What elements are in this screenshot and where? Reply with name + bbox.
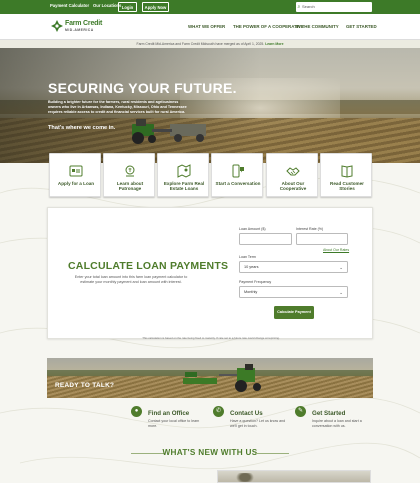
patronage-icon	[125, 165, 135, 177]
calculator-title: CALCULATE LOAN PAYMENTS	[68, 260, 229, 272]
find-office-title[interactable]: Find an Office	[148, 410, 189, 417]
news-card[interactable]	[217, 470, 371, 483]
news-rule-right	[255, 453, 289, 454]
tile-label: Explore Farm Real Estate Loans	[163, 181, 205, 192]
tile-label: About Our Cooperative	[279, 181, 307, 192]
tile-about-cooperative[interactable]: About Our Cooperative	[266, 153, 318, 197]
tile-label: Learn about Patronage	[116, 181, 144, 192]
payment-frequency-value: Monthly	[244, 290, 258, 294]
farm-credit-logo-icon[interactable]	[50, 19, 64, 33]
payment-calculator-link[interactable]: Payment Calculator	[50, 3, 89, 8]
interest-rate-label: Interest Rate (%)	[296, 227, 324, 231]
tile-explore-real-estate-loans[interactable]: Explore Farm Real Estate Loans	[157, 153, 209, 197]
nav-what-we-offer[interactable]: WHAT WE OFFER	[188, 24, 225, 29]
tile-label: Apply for a Loan	[57, 181, 95, 186]
tile-label: Read Customer Stories	[330, 181, 364, 192]
chevron-down-icon: ⌄	[339, 290, 343, 295]
hero-tagline: That's where we come in.	[48, 125, 116, 131]
site-header: Farm Credit MID-AMERICA WHAT WE OFFER TH…	[0, 14, 420, 40]
calculate-payment-button[interactable]: Calculate Payment	[274, 306, 314, 319]
tractor-image	[132, 119, 206, 144]
notice-text: Farm Credit Mid-America and Farm Credit …	[136, 42, 266, 46]
contact-us-desc: Have a question? Let us know and we'll g…	[230, 419, 286, 428]
apply-icon	[69, 165, 83, 177]
tile-apply-for-loan[interactable]: Apply for a Loan	[49, 153, 101, 197]
get-started-title[interactable]: Get Started	[312, 410, 345, 417]
utility-bar: Payment Calculator Our Locations Login A…	[0, 0, 420, 14]
payment-frequency-label: Payment Frequency	[239, 280, 272, 284]
phone-icon[interactable]: ✆	[213, 406, 224, 417]
search-icon: ⌕	[297, 4, 301, 10]
ready-to-talk-title: READY TO TALK?	[55, 382, 115, 389]
login-button[interactable]: Login	[118, 2, 137, 12]
tile-read-customer-stories[interactable]: Read Customer Stories	[320, 153, 372, 197]
apply-now-button[interactable]: Apply Now	[142, 2, 169, 12]
tile-learn-about-patronage[interactable]: Learn about Patronage	[103, 153, 155, 197]
contact-us-title[interactable]: Contact Us	[230, 410, 263, 417]
loan-term-value: 10 years	[244, 265, 259, 269]
map-icon	[177, 164, 191, 178]
logo-text[interactable]: Farm Credit	[65, 20, 102, 27]
about-rates-link[interactable]: About Our Rates	[323, 248, 349, 252]
nav-power-of-cooperative[interactable]: THE POWER OF A COOPERATIVE	[233, 24, 304, 29]
phone-chat-icon	[232, 164, 244, 178]
calculator-footnote: This calculation is based on the rate be…	[142, 336, 280, 340]
loan-amount-input[interactable]	[239, 233, 292, 245]
loan-calculator-card: CALCULATE LOAN PAYMENTS Enter your total…	[47, 207, 373, 340]
location-icon[interactable]: ●	[131, 406, 142, 417]
loan-amount-label: Loan Amount ($)	[239, 227, 266, 231]
hero-body: Building a brighter future for the farme…	[48, 100, 187, 114]
tile-start-conversation[interactable]: Start a Conversation	[211, 153, 263, 197]
notice-learn-more-link[interactable]: Learn More	[265, 42, 283, 46]
loan-term-label: Loan Term	[239, 255, 256, 259]
merger-notice: Farm Credit Mid-America and Farm Credit …	[0, 40, 420, 48]
tile-label: Start a Conversation	[215, 181, 261, 186]
nav-get-started[interactable]: GET STARTED	[346, 24, 377, 29]
tree-image	[236, 473, 254, 482]
chat-icon[interactable]: ✎	[295, 406, 306, 417]
ready-to-talk-banner: READY TO TALK?	[47, 358, 373, 398]
hero-title: SECURING YOUR FUTURE.	[48, 80, 237, 96]
handshake-icon	[286, 167, 300, 176]
search-placeholder: Search	[302, 4, 315, 9]
nav-in-the-community[interactable]: IN THE COMMUNITY	[296, 24, 339, 29]
get-started-desc: Inquire about a loan and start a convers…	[312, 419, 362, 428]
find-office-desc: Contact your local office to learn more.	[148, 419, 200, 428]
logo-subtext: MID-AMERICA	[65, 28, 94, 32]
calculator-description: Enter your total loan amount into this f…	[74, 275, 188, 284]
loan-term-select[interactable]: 10 years ⌄	[239, 261, 348, 273]
whats-new-title: WHAT'S NEW WITH US	[162, 448, 258, 457]
chevron-down-icon: ⌄	[339, 265, 343, 270]
combine-harvester-image	[183, 364, 261, 392]
search-input[interactable]: ⌕ Search	[296, 2, 372, 12]
book-icon	[341, 165, 353, 178]
payment-frequency-select[interactable]: Monthly ⌄	[239, 286, 348, 298]
interest-rate-input[interactable]	[296, 233, 348, 245]
news-item-left	[49, 470, 199, 483]
